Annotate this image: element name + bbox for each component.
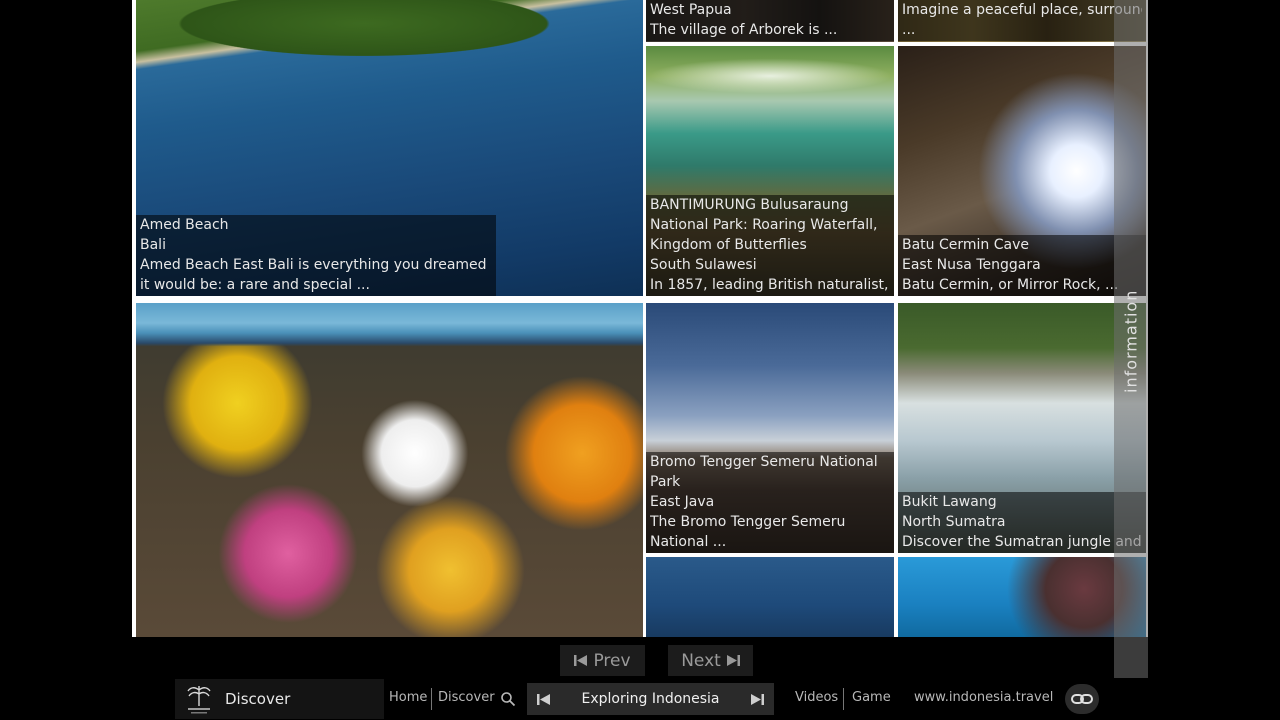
tile-description: The village of Arborek is ... (650, 22, 838, 38)
tile-bukit-lawang[interactable]: Bukit Lawang North Sumatra Discover the … (898, 303, 1146, 553)
tile-sea-horizon[interactable] (646, 557, 894, 637)
tile-region: East Nusa Tenggara (902, 257, 1041, 273)
tile-region: South Sulawesi (650, 257, 757, 273)
tile-title: Bukit Lawang (902, 494, 997, 510)
photo-grid: West Papua The village of Arborek is ...… (132, 0, 1148, 637)
tile-caption: Bukit Lawang North Sumatra Discover the … (898, 492, 1146, 553)
brand-section[interactable]: Discover (175, 679, 384, 719)
next-label: Next (681, 650, 721, 671)
nav-home[interactable]: Home (389, 690, 427, 705)
media-player: Exploring Indonesia (527, 683, 774, 715)
player-title: Exploring Indonesia (581, 691, 720, 707)
tile-title: Batu Cermin Cave (902, 237, 1029, 253)
tile-description: The Bromo Tengger Semeru National ... (650, 514, 846, 550)
tile-title: BANTIMURUNG Bulusaraung National Park: R… (650, 197, 878, 253)
tile-description: Discover the Sumatran jungle and ... (902, 534, 1142, 550)
nav-videos[interactable]: Videos (795, 690, 838, 705)
tile-description-more: ... (902, 22, 916, 38)
tile-flower-market[interactable] (136, 303, 643, 637)
tile-caption: West Papua The village of Arborek is ... (646, 0, 894, 41)
nav-divider (843, 688, 844, 710)
tile-title: Bromo Tengger Semeru National Park (650, 454, 878, 490)
nav-site-link[interactable]: www.indonesia.travel (914, 690, 1053, 705)
wonderful-indonesia-logo-icon (179, 679, 219, 719)
tile-region: North Sumatra (902, 514, 1006, 530)
tile-region: East Java (650, 494, 715, 510)
nav-discover[interactable]: Discover (438, 690, 495, 705)
skip-back-icon (574, 655, 588, 666)
tile-diver[interactable] (898, 557, 1146, 637)
tile-description: In 1857, leading British naturalist, ... (650, 277, 890, 293)
tile-bromo[interactable]: Bromo Tengger Semeru National Park East … (646, 303, 894, 553)
nav-divider (431, 688, 432, 710)
tile-west-papua[interactable]: West Papua The village of Arborek is ... (646, 0, 894, 42)
tile-region: West Papua (650, 2, 732, 18)
tile-caption: Imagine a peaceful place, surrounded ... (898, 0, 1146, 41)
bottom-bar: Discover Home Discover Exploring Indones… (0, 678, 1280, 720)
skip-back-icon[interactable] (537, 693, 550, 706)
tile-bantimurung[interactable]: BANTIMURUNG Bulusaraung National Park: R… (646, 46, 894, 296)
tile-batu-cermin[interactable]: Batu Cermin Cave East Nusa Tenggara Batu… (898, 46, 1146, 296)
search-icon[interactable] (500, 691, 516, 707)
prev-label: Prev (593, 650, 631, 671)
information-tab-label: information (1121, 289, 1141, 393)
tile-description: Amed Beach East Bali is everything you d… (140, 257, 487, 293)
skip-forward-icon (726, 655, 740, 666)
link-icon (1071, 694, 1093, 704)
section-label: Discover (225, 690, 291, 708)
tile-caption: Amed Beach Bali Amed Beach East Bali is … (136, 215, 496, 296)
tile-caption: Bromo Tengger Semeru National Park East … (646, 452, 894, 553)
prev-button[interactable]: Prev (560, 645, 645, 676)
nav-game[interactable]: Game (852, 690, 891, 705)
tile-description: Imagine a peaceful place, surrounded (902, 2, 1142, 18)
tile-caption: Batu Cermin Cave East Nusa Tenggara Batu… (898, 235, 1146, 296)
tile-amed-beach[interactable]: Amed Beach Bali Amed Beach East Bali is … (136, 0, 643, 296)
tile-title: Amed Beach (140, 217, 229, 233)
skip-forward-icon[interactable] (751, 693, 764, 706)
next-button[interactable]: Next (668, 645, 753, 676)
tile-caption: BANTIMURUNG Bulusaraung National Park: R… (646, 195, 894, 296)
share-link-button[interactable] (1065, 684, 1099, 714)
information-tab[interactable]: information (1114, 0, 1148, 678)
tile-description: Batu Cermin, or Mirror Rock, ... (902, 277, 1119, 293)
tile-region: Bali (140, 237, 166, 253)
tile-imagine[interactable]: Imagine a peaceful place, surrounded ... (898, 0, 1146, 42)
